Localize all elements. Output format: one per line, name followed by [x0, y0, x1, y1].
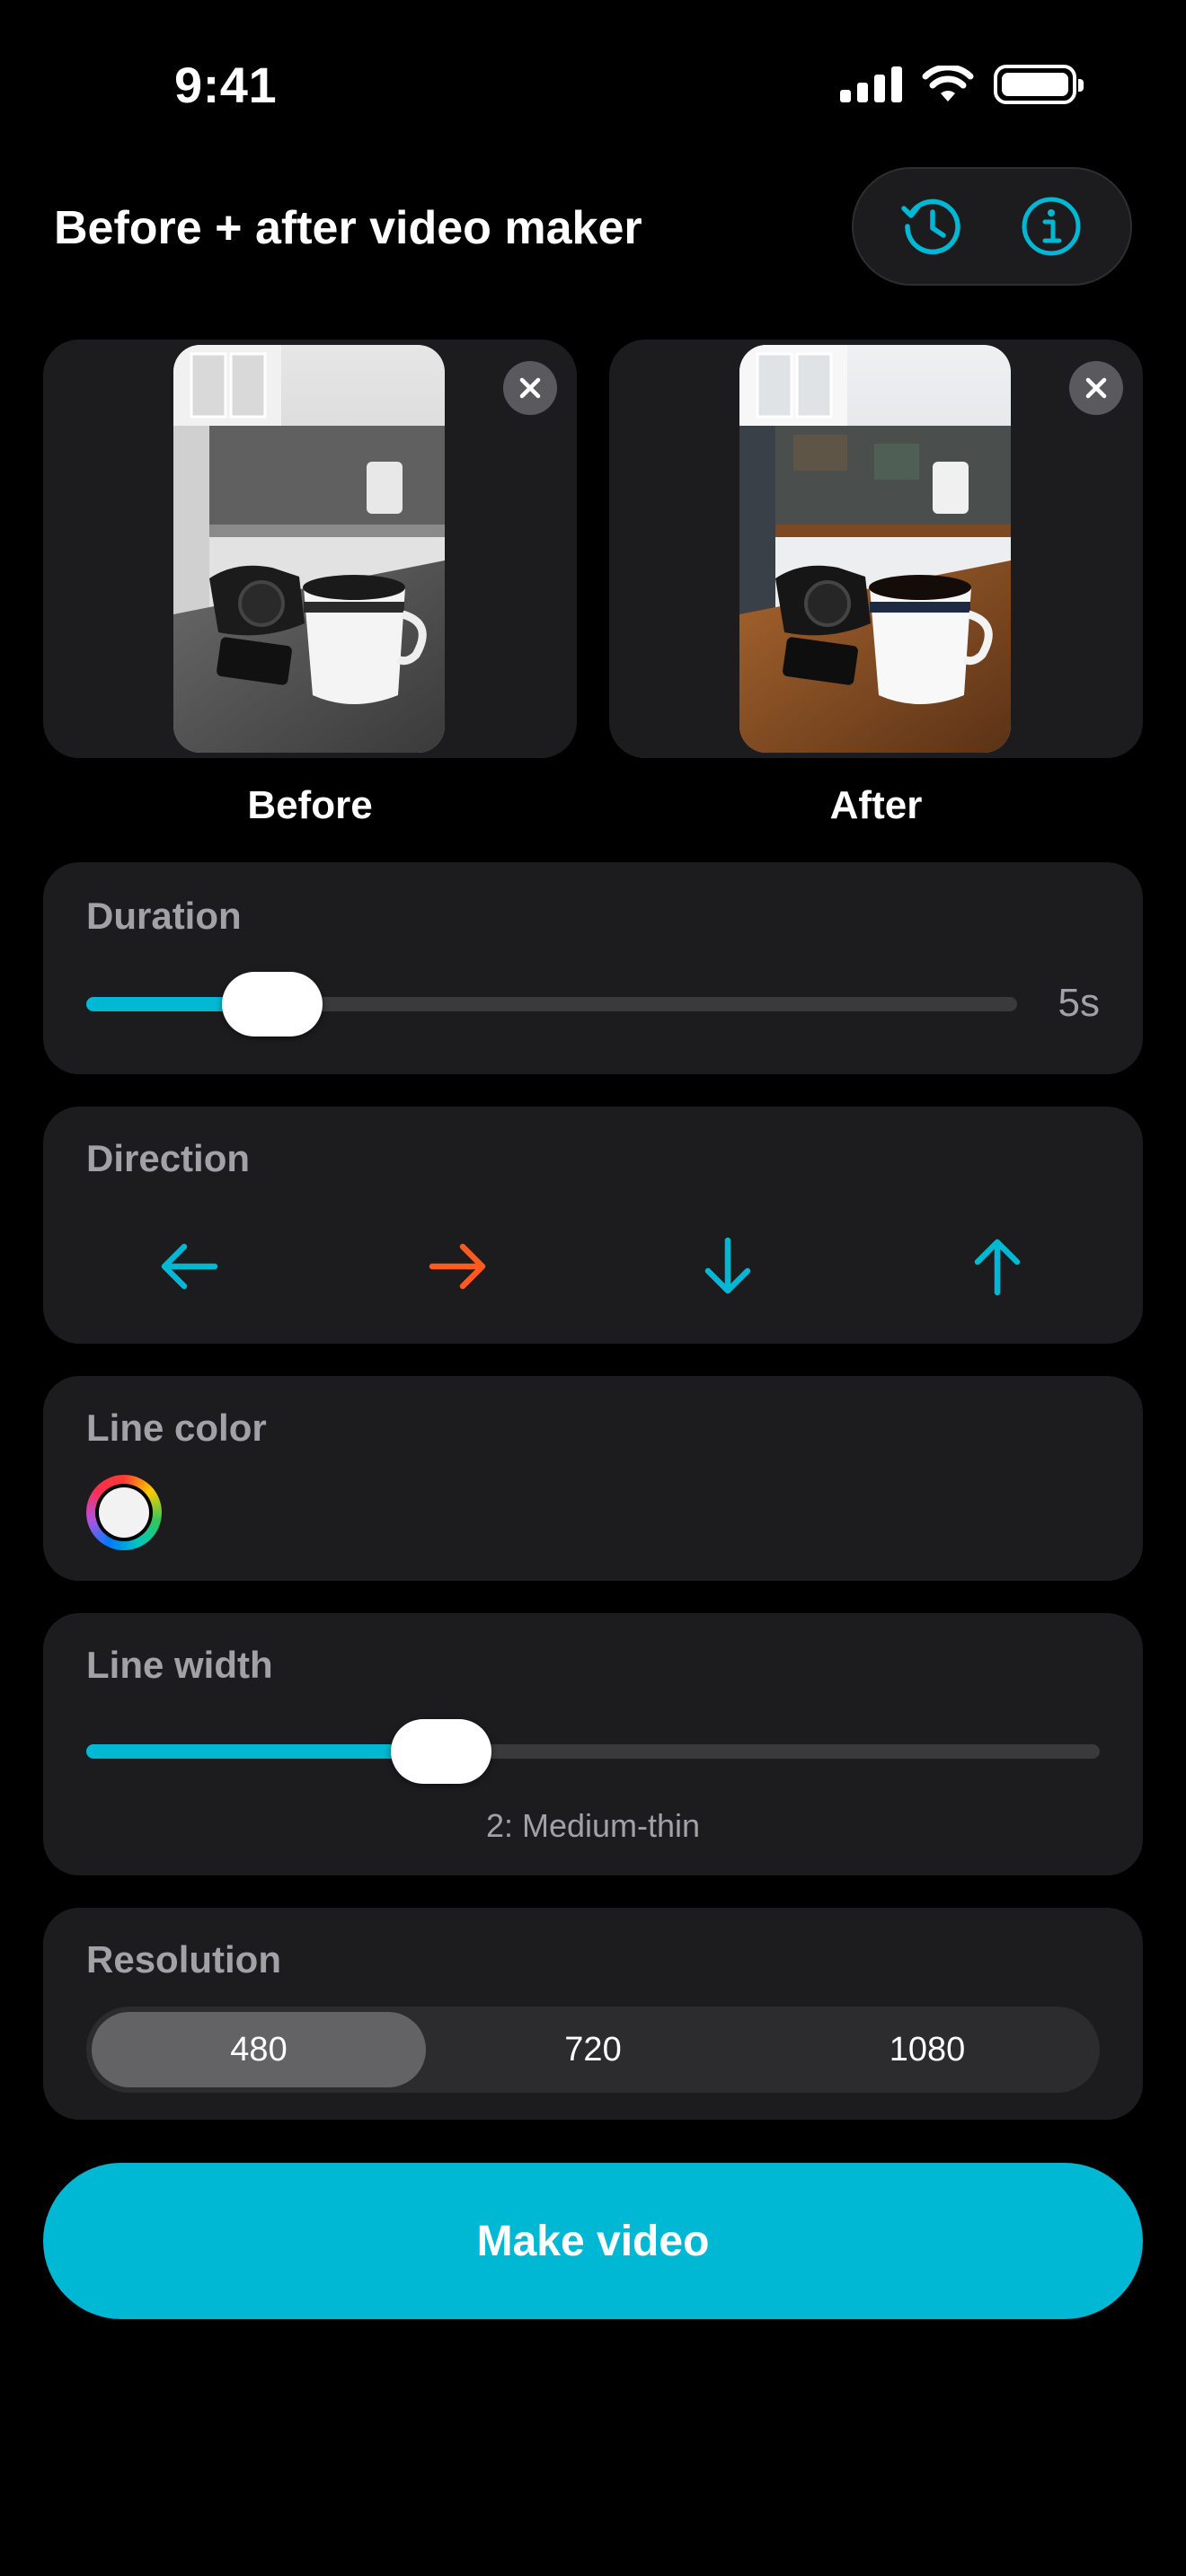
line-width-card: Line width 2: Medium-thin: [43, 1613, 1143, 1875]
close-x-icon: [519, 377, 541, 399]
line-color-label: Line color: [86, 1407, 267, 1449]
before-image-card[interactable]: [43, 340, 577, 758]
make-video-button[interactable]: Make video: [43, 2163, 1143, 2319]
history-button[interactable]: [893, 187, 972, 266]
resolution-card: Resolution 480 720 1080: [43, 1908, 1143, 2120]
battery-icon: [994, 65, 1084, 104]
before-label: Before: [247, 783, 373, 827]
remove-before-button[interactable]: [503, 361, 557, 415]
direction-label: Direction: [86, 1137, 251, 1179]
line-color-card: Line color: [43, 1376, 1143, 1581]
page-title: Before + after video maker: [54, 202, 642, 254]
close-x-icon: [1085, 377, 1107, 399]
clock-history-icon: [901, 198, 960, 255]
direction-options: [43, 1213, 1143, 1320]
resolution-option-480[interactable]: 480: [92, 2012, 426, 2087]
line-width-label: Line width: [86, 1644, 273, 1686]
remove-after-button[interactable]: [1069, 361, 1123, 415]
line-width-value: 2: Medium-thin: [485, 1807, 701, 1844]
resolution-label: Resolution: [86, 1938, 281, 1981]
direction-left-button[interactable]: [135, 1213, 243, 1320]
after-image-card[interactable]: [609, 340, 1143, 758]
line-width-slider-fill: [86, 1744, 441, 1759]
status-time: 9:41: [174, 57, 278, 113]
after-photo: [739, 345, 1011, 753]
before-photo: [173, 345, 445, 753]
cellular-signal-icon: [840, 66, 902, 102]
header-actions: [852, 167, 1132, 286]
color-swatch-ring: [95, 1484, 153, 1541]
wifi-icon: [922, 66, 974, 101]
resolution-option-720[interactable]: 720: [426, 2012, 760, 2087]
arrow-down-icon: [704, 1237, 751, 1294]
resolution-segmented-control: 480 720 1080: [86, 2007, 1100, 2093]
duration-slider-thumb[interactable]: [222, 972, 323, 1037]
after-label: After: [829, 783, 923, 827]
status-icons: [840, 65, 1084, 104]
line-width-slider-track[interactable]: [86, 1744, 1100, 1759]
arrow-up-icon: [974, 1239, 1021, 1296]
direction-up-button[interactable]: [943, 1213, 1051, 1320]
direction-down-button[interactable]: [674, 1213, 782, 1320]
selected-color-dot: [99, 1487, 149, 1538]
info-button[interactable]: [1012, 187, 1091, 266]
line-width-slider-thumb[interactable]: [390, 1719, 491, 1784]
direction-right-button[interactable]: [404, 1213, 512, 1320]
duration-label: Duration: [86, 895, 242, 937]
arrow-left-icon: [161, 1243, 218, 1290]
info-circle-icon: [1022, 197, 1081, 256]
direction-card: Direction: [43, 1107, 1143, 1344]
arrow-right-icon: [429, 1243, 486, 1290]
duration-card: Duration 5s: [43, 862, 1143, 1074]
duration-value: 5s: [1058, 981, 1100, 1025]
color-picker-button[interactable]: [86, 1475, 162, 1550]
resolution-option-1080[interactable]: 1080: [760, 2012, 1094, 2087]
